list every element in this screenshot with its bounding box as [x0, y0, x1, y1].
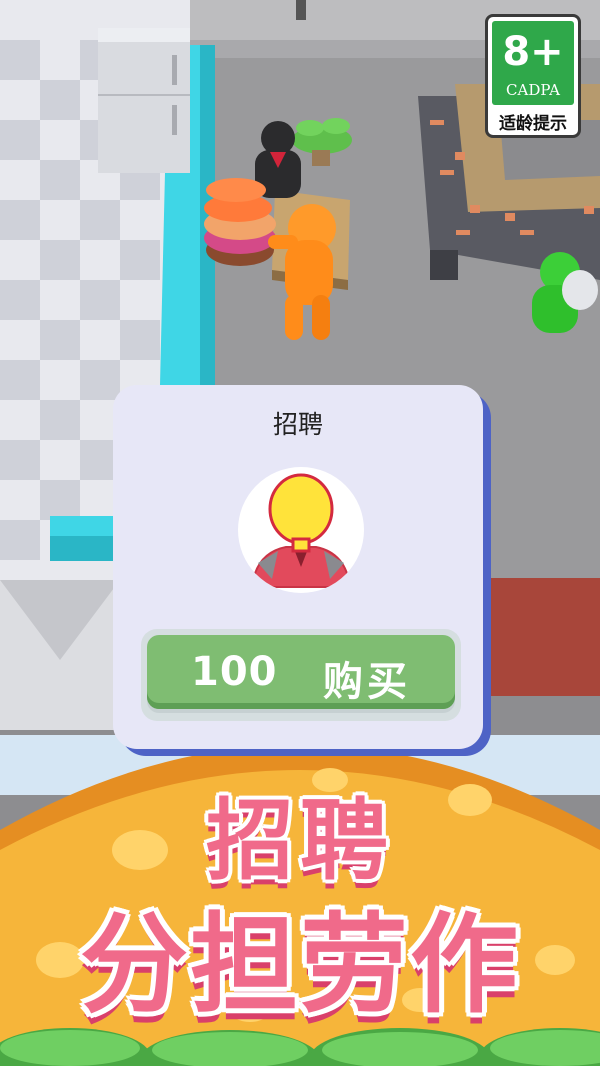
buy-button[interactable]: 100 购买 — [141, 629, 461, 721]
age-rating-badge: 8+ CADPA 适龄提示 — [485, 14, 581, 138]
buy-price: 100 — [191, 649, 278, 695]
buy-button-face[interactable]: 100 购买 — [147, 635, 455, 709]
person-icon — [239, 468, 363, 592]
banner-subtitle: 分担劳作 — [79, 903, 520, 1028]
hire-dialog: 招聘 100 购买 — [113, 385, 483, 749]
age-rating-panel: 8+ CADPA — [492, 21, 574, 105]
food-stack — [204, 178, 276, 266]
dialog-title: 招聘 — [272, 410, 323, 439]
fridge — [98, 28, 190, 173]
employee-avatar — [238, 467, 364, 593]
age-rating-tip: 适龄提示 — [499, 114, 567, 134]
red-carpet — [490, 578, 600, 696]
age-rating-number: 8+ — [502, 29, 564, 75]
buy-label: 购买 — [323, 659, 411, 705]
age-rating-org: CADPA — [506, 81, 560, 99]
